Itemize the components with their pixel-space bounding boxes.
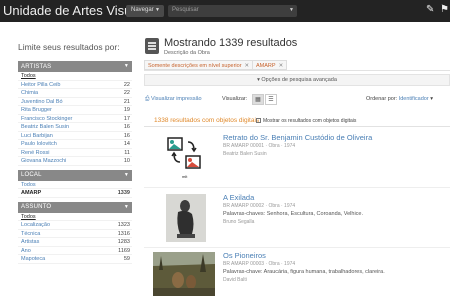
browse-label: Navegar [131,7,154,13]
chevron-down-icon[interactable]: ▼ [289,7,294,13]
browse-menu-button[interactable]: Navegar ▼ [126,5,164,17]
card-view-button[interactable]: ▦ [252,94,264,105]
print-preview-link[interactable]: ⎙ Visualizar impressão [145,96,202,103]
facet-header-subject[interactable]: ASSUNTO ▼ [18,201,132,213]
page-subtitle: Descrição da Obra [164,50,210,56]
result-title-link[interactable]: Os Pioneiros [223,251,266,260]
result-item: Os Pioneiros BR AMARP 00003 · Obra · 197… [144,250,450,306]
view-label: Visualizar: [222,96,248,102]
result-creator: Bruno Segalla [223,219,255,225]
facet-subject: ASSUNTO ▼ Todos Localização 1323 Técnica 1… [18,201,132,264]
clipboard-icon[interactable]: ✎ [426,4,434,15]
close-icon[interactable]: ✕ [245,63,250,69]
facets-title: Limite seus resultados por: [18,42,120,52]
facet-item[interactable]: Todos [18,213,132,221]
result-creator: Beatriz Balen Susin [223,151,267,157]
facet-location: LOCAL ▼ Todos AMARP 1339 [18,169,132,198]
facet-heading: ASSUNTO [21,204,52,210]
facet-item[interactable]: Chimia 22 [18,89,132,98]
sculpture-thumbnail[interactable] [166,194,206,242]
filter-tag-top-level[interactable]: Somente descrições em nível superior ✕ [144,60,254,70]
facet-header-location[interactable]: LOCAL ▼ [18,169,132,181]
result-keywords: Palavras-chave: Araucária, figura humana… [223,269,385,275]
facet-heading: LOCAL [21,172,42,178]
chevron-down-icon: ▼ [155,7,160,13]
generic-image-icon[interactable]: mlt [166,136,206,180]
result-reference: BR AMARP 00003 · Obra · 1974 [223,261,296,267]
close-icon[interactable]: ✕ [279,63,284,69]
facet-item[interactable]: Todos [18,72,132,81]
results-header: 1338 resultados com objetos digitais Mos… [144,114,450,127]
facets-sidebar: Limite seus resultados por: ARTISTAS ▼ T… [18,42,132,268]
result-creator: David Balti [223,277,247,283]
description-icon [145,38,159,54]
chevron-down-icon: ▼ [123,203,129,210]
facet-item[interactable]: Juventino Dal Bó 21 [18,98,132,106]
facet-item[interactable]: Rita Brugger 19 [18,106,132,115]
table-view-button[interactable]: ☰ [265,94,277,105]
language-icon[interactable]: ⚑ [440,4,449,15]
facet-header-artists[interactable]: ARTISTAS ▼ [18,61,132,72]
facet-item[interactable]: Giovana Mazzochi 10 [18,157,132,166]
search-placeholder: Pesquisar [172,7,199,13]
chevron-down-icon: ▼ [123,63,129,69]
facet-item[interactable]: Paulo Iolovitch 14 [18,140,132,149]
placeholder-image-icon: mlt [167,137,201,179]
svg-text:mlt: mlt [182,174,188,179]
chevron-down-icon: ▼ [123,171,129,178]
facet-item-selected[interactable]: AMARP 1339 [18,189,132,198]
advanced-search-toggle[interactable]: ▾ Opções de pesquisa avançada [144,74,450,86]
facet-item[interactable]: Luci Barbijan 16 [18,132,132,140]
chevron-down-icon: ▾ [430,96,433,102]
facet-item[interactable]: Ano 1169 [18,247,132,255]
facet-item[interactable]: Francisco Stockinger 17 [18,115,132,123]
search-input[interactable]: Pesquisar ▼ [168,5,297,17]
top-navbar: Unidade de Artes Visuais Navegar ▼ Pesqu… [0,0,450,22]
digital-objects-checkbox[interactable]: Mostrar os resultados com objetos digita… [256,118,356,124]
result-title-link[interactable]: Retrato do Sr. Benjamin Custódio de Oliv… [223,133,372,142]
result-item: A Exilada BR AMARP 00002 · Obra · 1974 P… [144,192,450,248]
result-keywords: Palavras-chaves: Senhora, Escultura, Cor… [223,211,364,217]
facet-item[interactable]: Todos [18,181,132,189]
facet-item[interactable]: Heitor Pilla Ceib 22 [18,81,132,89]
active-filters: Somente descrições em nível superior ✕ AM… [144,58,450,71]
facet-item[interactable]: Beatriz Balen Susin 16 [18,123,132,132]
result-reference: BR AMARP 00002 · Obra · 1974 [223,203,296,209]
facet-item[interactable]: Localização 1323 [18,221,132,230]
checkbox-icon [256,118,261,123]
results-toolbar: ⎙ Visualizar impressão Visualizar: ▦ ☰ O… [144,94,450,108]
results-count: 1338 resultados com objetos digitais [154,117,260,124]
sort-control[interactable]: Ordenar por: Identificador ▾ [366,96,433,102]
printer-icon: ⎙ [145,96,150,102]
facet-heading: ARTISTAS [21,63,52,70]
result-title-link[interactable]: A Exilada [223,193,254,202]
result-reference: BR AMARP 00001 · Obra · 1974 [223,143,296,149]
painting-thumbnail[interactable] [153,252,215,296]
facet-item[interactable]: Técnica 1316 [18,230,132,238]
facet-item[interactable]: Mapoteca 59 [18,255,132,264]
result-item: mlt Retrato do Sr. Benjamin Custódio de … [144,132,450,188]
facet-item[interactable]: Artistas 1283 [18,238,132,247]
chevron-down-icon: ▾ [257,77,260,83]
facet-artists: ARTISTAS ▼ Todos Heitor Pilla Ceib 22 Chi… [18,61,132,166]
facet-item[interactable]: René Rossi 11 [18,149,132,157]
page-title: Mostrando 1339 resultados [164,37,298,49]
filter-tag-amarp[interactable]: AMARP ✕ [252,60,288,70]
